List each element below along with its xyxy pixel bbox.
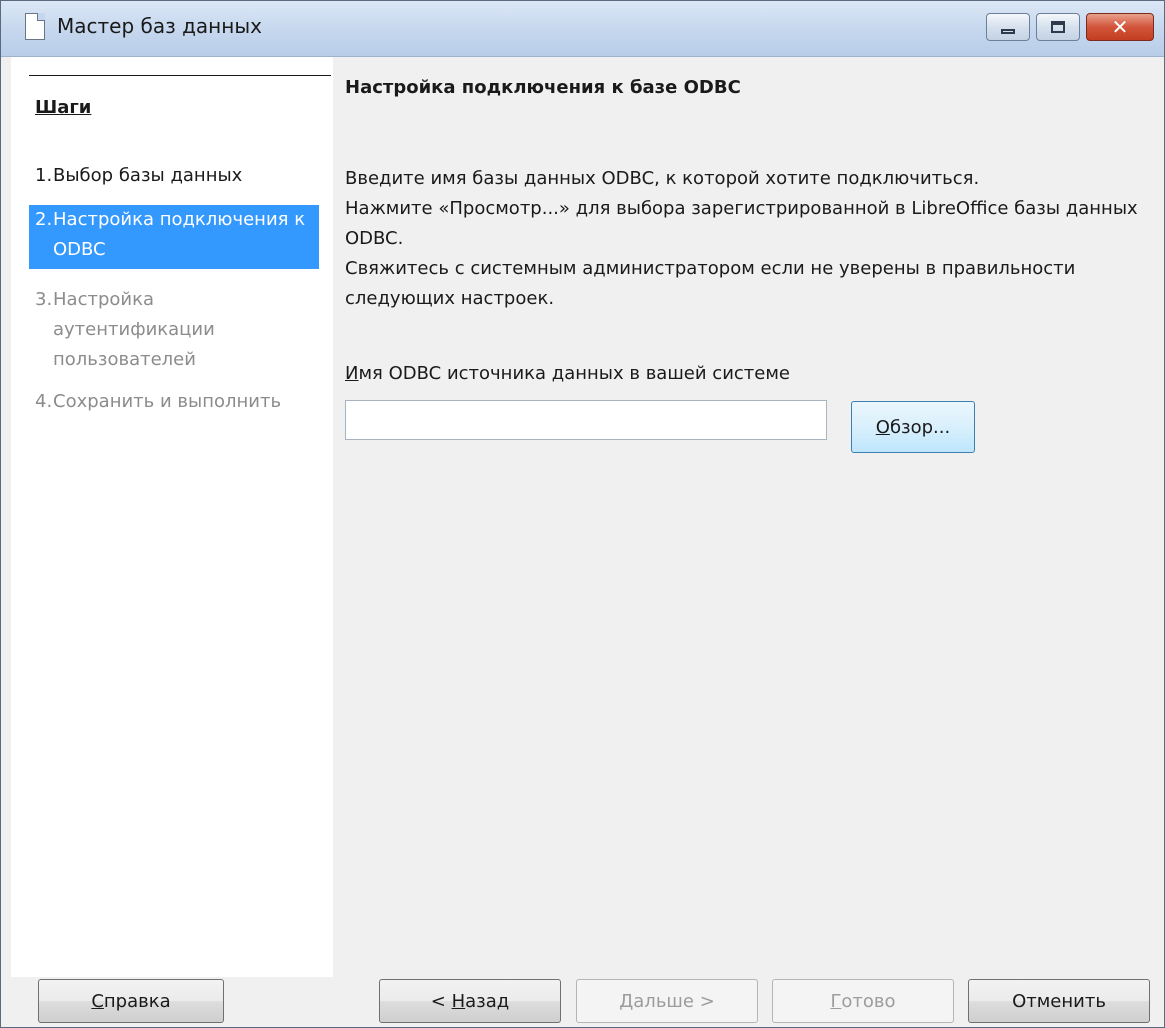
description-text: Введите имя базы данных ODBC, к которой … [345, 164, 1145, 314]
maximize-icon [1051, 21, 1065, 33]
step-label: Сохранить и выполнить [53, 391, 282, 412]
mnemonic: Г [830, 990, 842, 1012]
minimize-button[interactable] [986, 13, 1030, 41]
steps-panel [11, 57, 333, 977]
step-user-authentication[interactable]: 3.Настройка аутентификации пользователей [29, 285, 319, 375]
step-number: 3. [35, 289, 53, 310]
browse-button[interactable]: Обзор... [851, 401, 975, 453]
close-icon: ✕ [1111, 15, 1129, 39]
title-bar: Мастер баз данных ✕ [1, 1, 1164, 57]
step-number: 4. [35, 391, 53, 412]
button-label: альше > [633, 990, 715, 1012]
step-label: Настройка подключения к ODBC [53, 209, 306, 260]
mnemonic: С [91, 990, 104, 1012]
close-button[interactable]: ✕ [1086, 13, 1154, 41]
button-label: правка [103, 990, 171, 1012]
cancel-button[interactable]: Отменить [968, 979, 1150, 1023]
button-label: бзор... [889, 416, 951, 438]
step-number: 2. [35, 209, 53, 230]
steps-divider [29, 75, 331, 76]
page-title: Настройка подключения к базе ODBC [345, 77, 741, 98]
maximize-button[interactable] [1036, 13, 1080, 41]
finish-button[interactable]: Готово [772, 979, 954, 1023]
dsn-field-label: Имя ODBC источника данных в вашей систем… [345, 363, 790, 384]
steps-title: Шаги [35, 97, 92, 118]
step-odbc-connection[interactable]: 2.Настройка подключения к ODBC [29, 205, 319, 269]
description-line: Свяжитесь с системным администратором ес… [345, 258, 1076, 309]
description-line: Нажмите «Просмотр...» для выбора зарегис… [345, 198, 1138, 249]
mnemonic: Д [619, 990, 634, 1012]
button-label: азад [465, 990, 510, 1012]
document-icon [25, 13, 45, 40]
mnemonic: Н [451, 990, 466, 1012]
step-label: Выбор базы данных [53, 165, 243, 186]
database-wizard-window: Мастер баз данных ✕ Шаги 1.Выбор базы да… [0, 0, 1165, 1028]
next-button[interactable]: Дальше > [576, 979, 758, 1023]
mnemonic: О [875, 416, 890, 438]
step-save-and-proceed[interactable]: 4.Сохранить и выполнить [29, 387, 319, 417]
label-text: мя ODBC источника данных в вашей системе [358, 363, 791, 384]
step-number: 1. [35, 165, 53, 186]
back-button[interactable]: < Назад [379, 979, 561, 1023]
help-button[interactable]: Справка [38, 979, 224, 1023]
button-prefix: < [430, 990, 452, 1012]
minimize-icon [1001, 28, 1015, 34]
description-line: Введите имя базы данных ODBC, к которой … [345, 168, 980, 189]
dsn-input[interactable] [345, 400, 827, 440]
step-select-database[interactable]: 1.Выбор базы данных [29, 161, 319, 191]
mnemonic: И [345, 363, 359, 384]
button-label: отово [841, 990, 896, 1012]
step-label: Настройка аутентификации пользователей [53, 289, 215, 370]
window-title: Мастер баз данных [57, 14, 262, 38]
